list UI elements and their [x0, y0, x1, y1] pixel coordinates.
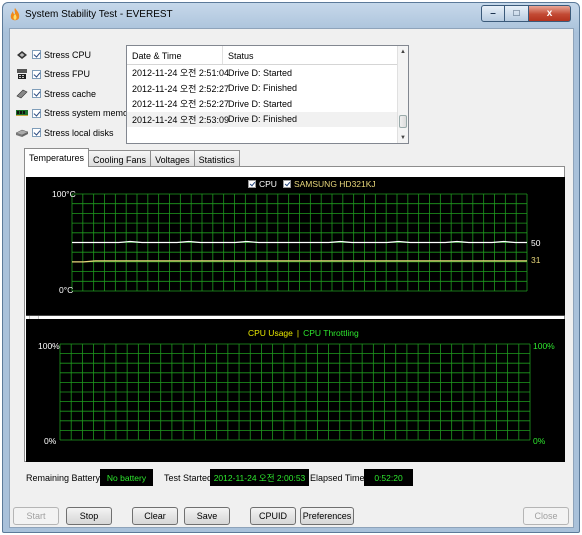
- stress-fpu-label: Stress FPU: [44, 69, 91, 80]
- stress-option-disks[interactable]: Stress local disks: [16, 123, 136, 143]
- log-status: Drive D: Finished: [228, 114, 298, 125]
- legend-cpu-checkbox[interactable]: [248, 180, 256, 188]
- log-date: 2012-11-24 오전 2:51:04: [132, 68, 229, 79]
- log-status: Drive D: Started: [228, 67, 293, 78]
- log-date: 2012-11-24 오전 2:53:09: [132, 114, 229, 125]
- event-log-list[interactable]: Date & Time Status 2012-11-24 오전 2:51:04…: [126, 45, 409, 144]
- log-row[interactable]: 2012-11-24 오전 2:52:27 Drive D: Started: [127, 96, 408, 112]
- tab-temperatures[interactable]: Temperatures: [24, 148, 90, 167]
- stress-cpu-label: Stress CPU: [44, 49, 92, 60]
- memory-module-icon: [16, 110, 28, 117]
- cpu-temp-value: 50: [531, 238, 541, 248]
- stress-option-cpu[interactable]: Stress CPU: [16, 45, 136, 65]
- title-bar[interactable]: System Stability Test - EVEREST – □ x: [3, 3, 579, 27]
- cpu-chip-icon: [17, 50, 27, 59]
- cpuid-button[interactable]: CPUID: [250, 507, 296, 525]
- temperature-legend: CPU SAMSUNG HD321KJ: [248, 179, 376, 189]
- cpu-usage-chart-svg: [59, 343, 531, 441]
- cache-icon: [16, 89, 28, 99]
- battery-value: No battery: [100, 469, 153, 486]
- stress-cache-label: Stress cache: [44, 88, 97, 99]
- log-row[interactable]: 2012-11-24 오전 2:51:04 Drive D: Started: [127, 65, 408, 81]
- stress-cache-checkbox[interactable]: [32, 89, 41, 99]
- stress-cpu-checkbox[interactable]: [32, 50, 41, 60]
- scroll-thumb[interactable]: [399, 115, 407, 128]
- cpu-usage-chart: CPU Usage | CPU Throttling 100% 0% 100% …: [26, 319, 565, 462]
- tab-cooling-fans[interactable]: Cooling Fans: [88, 150, 152, 167]
- client-area: Stress CPU Stress FPU Stress cache Stres…: [9, 28, 574, 528]
- elapsed-time-label: Elapsed Time:: [310, 473, 368, 483]
- legend-cpu-label: CPU: [259, 179, 277, 189]
- stress-fpu-checkbox[interactable]: [32, 69, 41, 79]
- test-started-value: 2012-11-24 오전 2:00:53: [210, 469, 309, 486]
- stress-disks-label: Stress local disks: [44, 127, 114, 138]
- tab-statistics[interactable]: Statistics: [193, 150, 240, 167]
- preferences-button[interactable]: Preferences: [300, 507, 354, 525]
- start-button[interactable]: Start: [13, 507, 59, 525]
- fpu-icon: [17, 69, 27, 80]
- scroll-up-icon[interactable]: ▲: [400, 49, 406, 55]
- chart-tabs: Temperatures Cooling Fans Voltages Stati…: [24, 148, 240, 167]
- status-bar: Remaining Battery: No battery Test Start…: [24, 469, 564, 487]
- log-row[interactable]: 2012-11-24 오전 2:52:27 Drive D: Finished: [127, 81, 408, 97]
- stress-disks-checkbox[interactable]: [32, 128, 41, 138]
- tab-voltages[interactable]: Voltages: [150, 150, 195, 167]
- minimize-button[interactable]: –: [481, 5, 505, 22]
- scroll-down-icon[interactable]: ▼: [400, 135, 406, 141]
- close-window-button[interactable]: x: [529, 5, 571, 22]
- usage-y-max-left: 100%: [38, 341, 60, 351]
- legend-hdd-checkbox[interactable]: [282, 180, 291, 188]
- save-button[interactable]: Save: [184, 507, 230, 525]
- maximize-icon: □: [513, 8, 520, 19]
- chart-panel: CPU SAMSUNG HD321KJ 100°C 0°C 50 31 CPU …: [24, 166, 565, 462]
- hdd-temp-value: 31: [531, 255, 541, 265]
- log-status: Drive D: Finished: [228, 83, 298, 94]
- legend-separator: |: [296, 328, 300, 338]
- battery-label: Remaining Battery:: [26, 473, 103, 483]
- log-date: 2012-11-24 오전 2:52:27: [132, 99, 229, 110]
- close-button[interactable]: Close: [523, 507, 569, 525]
- legend-cpu-usage: CPU Usage: [248, 328, 293, 338]
- stress-option-fpu[interactable]: Stress FPU: [16, 65, 136, 85]
- column-header-date-time[interactable]: Date & Time: [127, 46, 223, 64]
- test-started-label: Test Started:: [164, 473, 215, 483]
- disk-drive-icon: [16, 129, 28, 137]
- stress-memory-label: Stress system memory: [44, 108, 136, 119]
- main-window: System Stability Test - EVEREST – □ x St…: [2, 2, 580, 533]
- everest-flame-icon: [10, 8, 20, 21]
- usage-legend: CPU Usage | CPU Throttling: [248, 328, 359, 338]
- window-title: System Stability Test - EVEREST: [25, 9, 173, 20]
- stress-options: Stress CPU Stress FPU Stress cache Stres…: [16, 45, 136, 143]
- stop-button[interactable]: Stop: [66, 507, 112, 525]
- clear-button[interactable]: Clear: [132, 507, 178, 525]
- log-date: 2012-11-24 오전 2:52:27: [132, 83, 229, 94]
- legend-hdd-label: SAMSUNG HD321KJ: [293, 179, 376, 189]
- maximize-button[interactable]: □: [505, 5, 529, 22]
- stress-memory-checkbox[interactable]: [32, 108, 41, 118]
- stress-option-cache[interactable]: Stress cache: [16, 84, 136, 104]
- stress-option-memory[interactable]: Stress system memory: [16, 104, 136, 124]
- minimize-icon: –: [490, 8, 496, 19]
- temp-y-min-label: 0°C: [59, 285, 74, 295]
- temperature-chart-svg: [71, 193, 528, 292]
- usage-y-min-right: 0%: [533, 436, 546, 446]
- temp-y-max-label: 100°C: [52, 189, 76, 199]
- legend-cpu-throttling: CPU Throttling: [303, 328, 359, 338]
- log-header: Date & Time Status: [127, 46, 408, 65]
- close-icon: x: [546, 8, 553, 19]
- log-status: Drive D: Started: [228, 98, 293, 109]
- elapsed-time-value: 0:52:20: [364, 469, 413, 486]
- column-header-status[interactable]: Status: [223, 46, 395, 64]
- log-scrollbar[interactable]: ▲ ▼: [397, 46, 408, 143]
- log-row[interactable]: 2012-11-24 오전 2:53:09 Drive D: Finished: [127, 111, 408, 127]
- button-row: Start Stop Clear Save CPUID Preferences …: [10, 507, 573, 525]
- temperature-chart: CPU SAMSUNG HD321KJ 100°C 0°C 50 31: [26, 177, 565, 316]
- usage-y-min-left: 0%: [44, 436, 57, 446]
- usage-y-max-right: 100%: [533, 341, 555, 351]
